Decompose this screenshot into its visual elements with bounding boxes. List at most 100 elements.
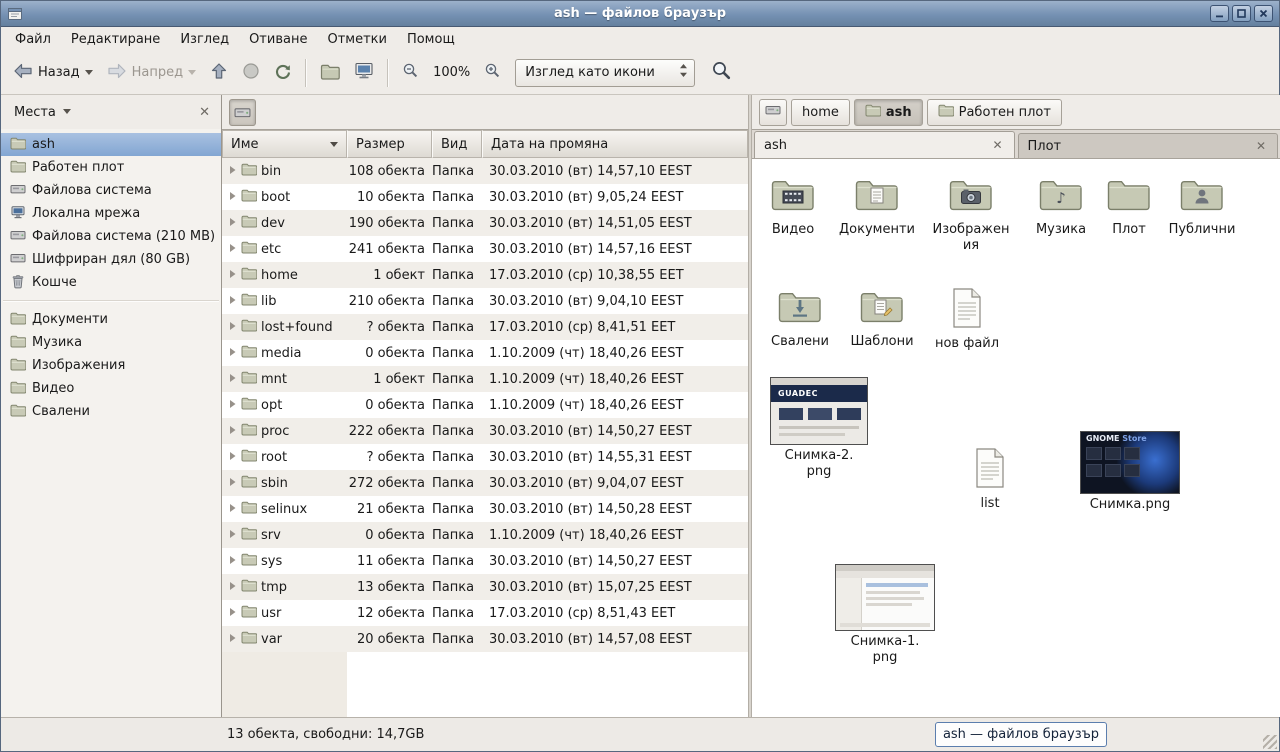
column-header-3[interactable]: Дата на промяна	[482, 130, 748, 158]
search-button[interactable]	[705, 55, 738, 90]
expander-icon[interactable]	[228, 450, 237, 465]
file-row[interactable]: srv 0 обекта Папка 1.10.2009 (чт) 18,40,…	[222, 522, 748, 548]
sidebar-item[interactable]: Свалени	[1, 400, 221, 423]
icon-view-item[interactable]: Публични	[1154, 175, 1250, 238]
back-history-chevron-icon[interactable]	[85, 65, 93, 80]
file-row[interactable]: proc 222 обекта Папка 30.03.2010 (вт) 14…	[222, 418, 748, 444]
expander-icon[interactable]	[228, 606, 237, 621]
minimize-button[interactable]	[1210, 5, 1229, 22]
path-segment-ash[interactable]: ash	[854, 99, 923, 126]
menu-item-4[interactable]: Отметки	[317, 27, 396, 51]
file-row[interactable]: usr 12 обекта Папка 17.03.2010 (ср) 8,51…	[222, 600, 748, 626]
menu-item-3[interactable]: Отиване	[239, 27, 317, 51]
sidebar-item[interactable]: Работен плот	[1, 156, 221, 179]
icon-view-item[interactable]: Изображения	[923, 175, 1019, 254]
places-selector[interactable]: Места	[8, 102, 77, 123]
tab-1[interactable]: Плот ✕	[1018, 133, 1279, 158]
file-row[interactable]: opt 0 обекта Папка 1.10.2009 (чт) 18,40,…	[222, 392, 748, 418]
file-row[interactable]: media 0 обекта Папка 1.10.2009 (чт) 18,4…	[222, 340, 748, 366]
zoom-out-button[interactable]	[396, 57, 425, 88]
back-button[interactable]: Назад	[7, 57, 99, 89]
expander-icon[interactable]	[228, 216, 237, 231]
sidebar-item[interactable]: Видео	[1, 377, 221, 400]
icon-view-item[interactable]: нов файл	[919, 287, 1015, 352]
forward-button[interactable]: Напред	[101, 57, 202, 89]
column-header-2[interactable]: Вид	[432, 130, 482, 158]
icon-view-item[interactable]: GNOME StoreСнимка.png	[1082, 431, 1178, 513]
expander-icon[interactable]	[228, 554, 237, 569]
icon-view-item[interactable]: list	[942, 447, 1038, 512]
tab-0[interactable]: ash ✕	[754, 131, 1015, 158]
sidebar-item[interactable]: Кошче	[1, 271, 221, 294]
file-row[interactable]: lost+found ? обекта Папка 17.03.2010 (ср…	[222, 314, 748, 340]
up-button[interactable]	[204, 57, 234, 89]
file-row[interactable]: selinux 21 обекта Папка 30.03.2010 (вт) …	[222, 496, 748, 522]
sidebar-item[interactable]: Файлова система (210 MB)	[1, 225, 221, 248]
menu-item-5[interactable]: Помощ	[397, 27, 465, 51]
file-row[interactable]: mnt 1 обект Папка 1.10.2009 (чт) 18,40,2…	[222, 366, 748, 392]
expander-icon[interactable]	[228, 346, 237, 361]
icon-view-item[interactable]: GUADEC Снимка-2.png	[771, 377, 867, 480]
file-row[interactable]: sbin 272 обекта Папка 30.03.2010 (вт) 9,…	[222, 470, 748, 496]
sidebar-item[interactable]: Шифриран дял (80 GB)	[1, 248, 221, 271]
taskbar-window-button[interactable]: ash — файлов браузър	[935, 722, 1107, 747]
expander-icon[interactable]	[228, 528, 237, 543]
expander-icon[interactable]	[228, 242, 237, 257]
column-header-0[interactable]: Име	[222, 130, 347, 158]
home-folder-button[interactable]	[314, 57, 346, 89]
path-segment-root[interactable]	[759, 99, 787, 126]
reload-button[interactable]	[268, 57, 298, 89]
path-segment-Работен плот[interactable]: Работен плот	[927, 99, 1062, 126]
sidebar-item[interactable]: Локална мрежа	[1, 202, 221, 225]
file-row[interactable]: var 20 обекта Папка 30.03.2010 (вт) 14,5…	[222, 626, 748, 652]
file-row[interactable]: bin 108 обекта Папка 30.03.2010 (вт) 14,…	[222, 158, 748, 184]
sidebar-close-icon[interactable]: ✕	[195, 103, 214, 122]
zoom-in-button[interactable]	[478, 57, 507, 88]
menu-item-1[interactable]: Редактиране	[61, 27, 170, 51]
expander-icon[interactable]	[228, 502, 237, 517]
sidebar-item[interactable]: Документи	[1, 308, 221, 331]
icon-view-item[interactable]: Шаблони	[834, 287, 930, 350]
path-segment-home[interactable]: home	[791, 99, 850, 126]
sidebar-item[interactable]: Изображения	[1, 354, 221, 377]
filesystem-root-button[interactable]	[229, 99, 256, 126]
stop-button[interactable]	[236, 57, 266, 89]
icon-view-item[interactable]: Видео	[752, 175, 841, 238]
sidebar-item[interactable]: Музика	[1, 331, 221, 354]
file-row[interactable]: home 1 обект Папка 17.03.2010 (ср) 10,38…	[222, 262, 748, 288]
file-row[interactable]: lib 210 обекта Папка 30.03.2010 (вт) 9,0…	[222, 288, 748, 314]
computer-button[interactable]	[348, 56, 380, 89]
menu-item-0[interactable]: Файл	[5, 27, 61, 51]
expander-icon[interactable]	[228, 476, 237, 491]
expander-icon[interactable]	[228, 632, 237, 647]
expander-icon[interactable]	[228, 294, 237, 309]
icon-view-item[interactable]: Снимка-1.png	[837, 564, 933, 666]
expander-icon[interactable]	[228, 190, 237, 205]
icon-view-item[interactable]: Документи	[829, 175, 925, 238]
file-row[interactable]: dev 190 обекта Папка 30.03.2010 (вт) 14,…	[222, 210, 748, 236]
expander-icon[interactable]	[228, 268, 237, 283]
expander-icon[interactable]	[228, 320, 237, 335]
view-mode-selector[interactable]: Изглед като икони	[515, 59, 695, 87]
resize-grip[interactable]	[1263, 735, 1277, 749]
file-name: sbin	[261, 476, 288, 491]
tab-close-icon[interactable]: ✕	[1254, 139, 1268, 153]
file-row[interactable]: etc 241 обекта Папка 30.03.2010 (вт) 14,…	[222, 236, 748, 262]
maximize-button[interactable]	[1232, 5, 1251, 22]
expander-icon[interactable]	[228, 372, 237, 387]
expander-icon[interactable]	[228, 424, 237, 439]
file-row[interactable]: sys 11 обекта Папка 30.03.2010 (вт) 14,5…	[222, 548, 748, 574]
sidebar-item[interactable]: ash	[1, 133, 221, 156]
close-button[interactable]	[1254, 5, 1273, 22]
expander-icon[interactable]	[228, 398, 237, 413]
file-row[interactable]: tmp 13 обекта Папка 30.03.2010 (вт) 15,0…	[222, 574, 748, 600]
file-row[interactable]: root ? обекта Папка 30.03.2010 (вт) 14,5…	[222, 444, 748, 470]
expander-icon[interactable]	[228, 164, 237, 179]
cell-size: 13 обекта	[347, 580, 432, 595]
sidebar-item[interactable]: Файлова система	[1, 179, 221, 202]
menu-item-2[interactable]: Изглед	[170, 27, 239, 51]
expander-icon[interactable]	[228, 580, 237, 595]
column-header-1[interactable]: Размер	[347, 130, 432, 158]
tab-close-icon[interactable]: ✕	[990, 138, 1004, 152]
file-row[interactable]: boot 10 обекта Папка 30.03.2010 (вт) 9,0…	[222, 184, 748, 210]
